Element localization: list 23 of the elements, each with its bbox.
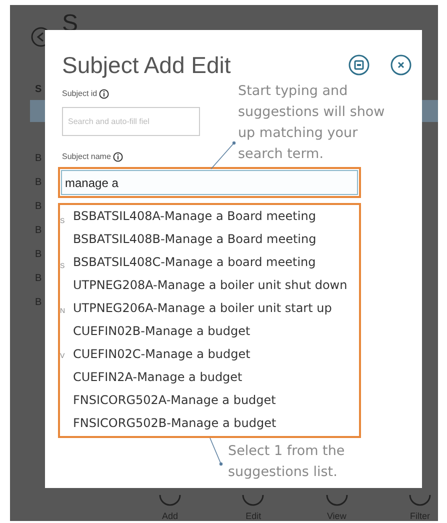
suggestion-item[interactable]: BSBATSIL408A-Manage a Board meeting — [73, 205, 348, 228]
leader-line — [210, 140, 236, 170]
info-icon[interactable] — [112, 152, 123, 162]
suggestion-item[interactable]: BSBATSIL408B-Manage a Board meeting — [73, 228, 348, 251]
suggestion-item[interactable]: CUEFIN02B-Manage a budget — [73, 320, 348, 343]
dialog-title: Subject Add Edit — [62, 51, 231, 80]
suggestion-item[interactable]: CUEFIN02C-Manage a budget — [73, 343, 348, 366]
suggestion-item[interactable]: CUEFIN2A-Manage a budget — [73, 366, 348, 389]
close-icon[interactable] — [390, 54, 412, 76]
subject-name-field[interactable]: manage a — [61, 170, 358, 195]
leader-line — [209, 437, 223, 467]
save-icon[interactable] — [348, 54, 370, 76]
subject-id-field[interactable]: Search and auto-fill fiel — [62, 107, 200, 136]
field-label: Subject id — [62, 88, 98, 100]
callout-text: Select 1 from the suggestions list. — [228, 442, 346, 482]
suggestion-item[interactable]: BSBATSIL408C-Manage a board meeting — [73, 251, 348, 274]
suggestion-item[interactable]: UTPNEG206A-Manage a boiler unit start up — [73, 297, 348, 320]
callout-text: Start typing and suggestions will show up matching your search term. — [238, 82, 386, 164]
suggestion-item[interactable]: UTPNEG208A-Manage a boiler unit shut down — [73, 274, 348, 297]
suggestion-item[interactable]: FNSICORG502A-Manage a budget — [73, 389, 348, 412]
suggestion-item[interactable]: FNSICORG502B-Manage a budget — [73, 412, 348, 435]
field-label: Subject name — [62, 151, 111, 163]
info-icon[interactable] — [99, 89, 110, 99]
